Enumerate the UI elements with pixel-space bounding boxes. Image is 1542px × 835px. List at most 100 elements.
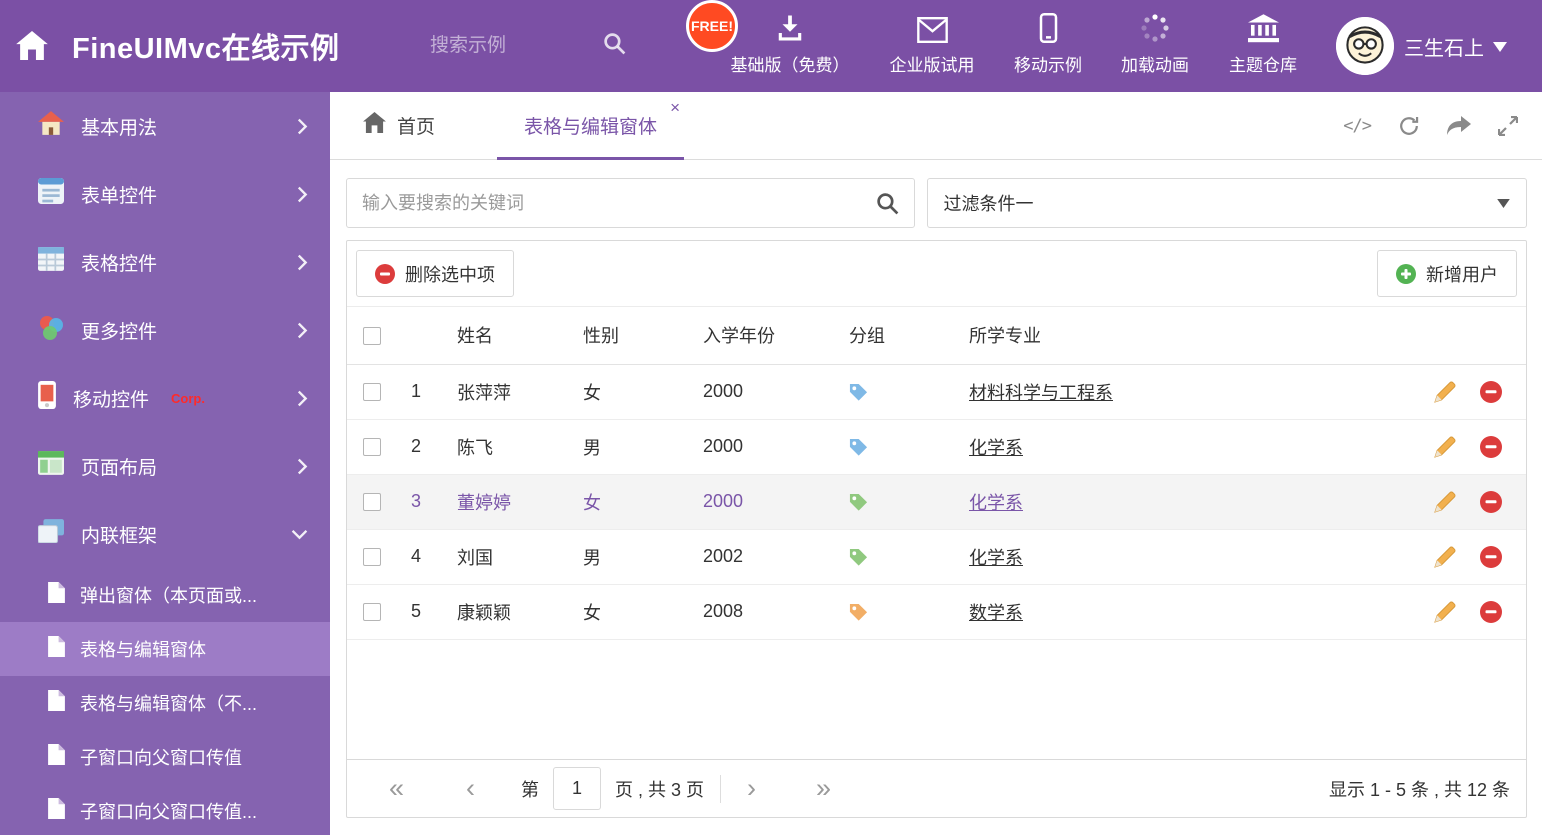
first-page-button[interactable]: « — [389, 775, 404, 802]
chevron-down-icon — [1497, 198, 1510, 208]
sidebar-item-grid-controls[interactable]: 表格控件 — [0, 228, 330, 296]
filter-dropdown[interactable]: 过滤条件一 — [926, 178, 1527, 228]
col-header-gender: 性别 — [577, 307, 697, 365]
row-number: 3 — [405, 474, 451, 530]
table-row-selected[interactable]: 3 董婷婷 女 2000 化学系 — [347, 474, 1526, 530]
header-search-input[interactable] — [430, 29, 588, 63]
major-link[interactable]: 数学系 — [969, 603, 1023, 623]
delete-icon[interactable] — [1480, 380, 1502, 403]
row-checkbox[interactable] — [363, 383, 381, 402]
nav-label: 基础版（免费） — [730, 56, 850, 75]
sidebar-item-label: 表单控件 — [81, 185, 158, 207]
row-checkbox[interactable] — [363, 548, 381, 567]
add-user-button[interactable]: 新增用户 — [1377, 250, 1517, 297]
file-icon — [48, 636, 65, 662]
content-area: 过滤条件一 删除选中项 新增用户 — [330, 160, 1542, 835]
row-checkbox[interactable] — [363, 493, 381, 512]
download-icon — [775, 13, 805, 43]
expand-icon[interactable] — [1498, 115, 1518, 136]
sidebar-subitem-child-to-parent-2[interactable]: 子窗口向父窗口传值... — [0, 784, 330, 835]
minus-circle-icon — [375, 263, 395, 284]
file-icon — [48, 690, 65, 716]
delete-selected-button[interactable]: 删除选中项 — [356, 250, 514, 297]
sidebar-subitem-grid-edit-window-2[interactable]: 表格与编辑窗体（不... — [0, 676, 330, 730]
header-search-icon[interactable] — [602, 31, 627, 61]
user-avatar[interactable] — [1336, 17, 1394, 75]
forward-icon[interactable] — [1447, 115, 1471, 136]
pagination-bar: « ‹ 第 页 , 共 3 页 › » 显示 1 - 5 条 , 共 12 条 — [347, 759, 1526, 817]
edit-icon[interactable] — [1434, 601, 1456, 623]
delete-icon[interactable] — [1480, 545, 1502, 568]
user-name: 三生石上 — [1404, 38, 1484, 60]
tab-home[interactable]: 首页 — [363, 92, 435, 159]
brand-home-icon[interactable] — [16, 31, 48, 65]
student-table: 姓名 性别 入学年份 分组 所学专业 1 张萍萍 女 2000 材料科学与工程系… — [347, 307, 1526, 640]
edit-icon[interactable] — [1434, 381, 1456, 403]
more-icon — [38, 314, 64, 346]
cell-year: 2008 — [697, 584, 843, 640]
select-all-checkbox[interactable] — [363, 327, 381, 345]
major-link[interactable]: 化学系 — [969, 548, 1023, 568]
sidebar-subitem-grid-edit-window[interactable]: 表格与编辑窗体 — [0, 622, 330, 676]
refresh-icon[interactable] — [1398, 115, 1420, 137]
chevron-right-icon — [297, 322, 308, 339]
next-page-button[interactable]: › — [747, 775, 756, 802]
cell-gender: 女 — [577, 584, 697, 640]
sidebar-item-form-controls[interactable]: 表单控件 — [0, 160, 330, 228]
mobile-icon — [1039, 13, 1058, 43]
delete-icon[interactable] — [1480, 435, 1502, 458]
sidebar-item-more-controls[interactable]: 更多控件 — [0, 296, 330, 364]
cell-gender: 男 — [577, 529, 697, 585]
sidebar-item-basic-usage[interactable]: 基本用法 — [0, 92, 330, 160]
row-checkbox[interactable] — [363, 603, 381, 622]
edit-icon[interactable] — [1434, 491, 1456, 513]
last-page-button[interactable]: » — [816, 775, 831, 802]
table-icon — [38, 247, 64, 277]
table-row[interactable]: 2 陈飞 男 2000 化学系 — [347, 419, 1526, 475]
major-link[interactable]: 化学系 — [969, 438, 1023, 458]
sidebar: 基本用法 表单控件 表格控件 更多控件 移动控件 Corp. 页面布局 内联框架… — [0, 92, 330, 835]
user-menu[interactable]: 三生石上 — [1404, 32, 1507, 61]
edit-icon[interactable] — [1434, 436, 1456, 458]
sidebar-subitem-label: 子窗口向父窗口传值 — [80, 748, 242, 768]
tag-icon — [849, 383, 868, 402]
plus-circle-icon — [1396, 263, 1416, 284]
prev-page-button[interactable]: ‹ — [466, 775, 475, 802]
sidebar-item-iframe[interactable]: 内联框架 — [0, 500, 330, 568]
keyword-search-input[interactable] — [347, 179, 914, 227]
tab-label: 表格与编辑窗体 — [524, 117, 658, 138]
table-row[interactable]: 1 张萍萍 女 2000 材料科学与工程系 — [347, 364, 1526, 420]
button-label: 新增用户 — [1426, 264, 1498, 285]
table-row[interactable]: 4 刘国 男 2002 化学系 — [347, 529, 1526, 585]
close-icon[interactable]: × — [670, 99, 680, 116]
table-row[interactable]: 5 康颖颖 女 2008 数学系 — [347, 584, 1526, 640]
sidebar-item-mobile-controls[interactable]: 移动控件 Corp. — [0, 364, 330, 432]
delete-icon[interactable] — [1480, 490, 1502, 513]
chevron-right-icon — [297, 118, 308, 135]
col-header-year: 入学年份 — [697, 307, 843, 365]
delete-icon[interactable] — [1480, 600, 1502, 623]
source-code-icon[interactable]: </> — [1343, 116, 1372, 136]
file-icon — [48, 582, 65, 608]
edit-icon[interactable] — [1434, 546, 1456, 568]
nav-basic-free[interactable]: 基础版（免费） — [725, 13, 855, 76]
major-link[interactable]: 化学系 — [969, 493, 1023, 513]
sidebar-subitem-child-to-parent[interactable]: 子窗口向父窗口传值 — [0, 730, 330, 784]
search-icon[interactable] — [875, 191, 900, 221]
nav-theme-store[interactable]: 主题仓库 — [1198, 13, 1328, 76]
corp-badge: Corp. — [171, 390, 205, 406]
row-checkbox[interactable] — [363, 438, 381, 457]
sidebar-subitem-label: 弹出窗体（本页面或... — [80, 586, 258, 606]
tag-icon — [849, 493, 868, 512]
col-header-major: 所学专业 — [963, 307, 1408, 365]
tab-grid-edit-window[interactable]: 表格与编辑窗体 × — [497, 92, 685, 160]
iframe-icon — [37, 519, 64, 549]
chevron-right-icon — [297, 186, 308, 203]
sidebar-item-page-layout[interactable]: 页面布局 — [0, 432, 330, 500]
major-link[interactable]: 材料科学与工程系 — [969, 383, 1113, 403]
page-number-input[interactable] — [553, 767, 602, 810]
sidebar-subitem-popup-window[interactable]: 弹出窗体（本页面或... — [0, 568, 330, 622]
cell-gender: 男 — [577, 419, 697, 475]
chevron-right-icon — [297, 458, 308, 475]
nav-enterprise-trial[interactable]: 企业版试用 — [867, 13, 997, 76]
